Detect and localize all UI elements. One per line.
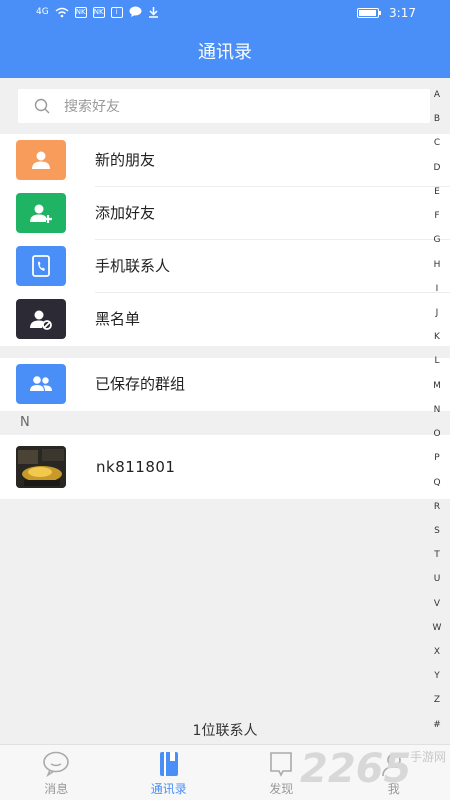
nk-icon: NK (74, 6, 87, 18)
index-letter[interactable]: R (434, 502, 440, 512)
index-letter[interactable]: U (434, 574, 441, 584)
contacts-icon (159, 752, 178, 776)
index-letter[interactable]: P (434, 453, 439, 463)
index-letter[interactable]: F (434, 211, 439, 221)
index-letter[interactable]: H (434, 260, 441, 270)
message-icon (43, 751, 70, 777)
index-letter[interactable]: A (434, 90, 440, 100)
menu-item-add-friend[interactable]: 添加好友 (0, 187, 450, 240)
menu-item-label: 黑名单 (95, 310, 141, 328)
clock: 3:17 (389, 6, 416, 20)
index-letter[interactable]: B (434, 114, 440, 124)
tab-messages[interactable]: 消息 (0, 745, 113, 800)
section-header: N (0, 411, 450, 435)
menu-item-label: 已保存的群组 (95, 375, 186, 393)
nk-icon: NK (92, 6, 105, 18)
groups-icon (16, 364, 66, 404)
search-placeholder: 搜索好友 (64, 99, 120, 115)
add-friend-icon (16, 193, 66, 233)
index-letter[interactable]: W (433, 623, 442, 633)
search-icon (34, 98, 50, 114)
blacklist-icon (16, 299, 66, 339)
alphabet-index[interactable]: A B C D E F G H I J K L M N O P Q R S T U V W X Y Z # (430, 90, 444, 730)
index-letter[interactable]: O (433, 429, 440, 439)
battery-icon (357, 8, 382, 18)
menu-item-label: 手机联系人 (95, 257, 171, 275)
menu-item-label: 添加好友 (95, 204, 156, 222)
index-letter[interactable]: I (436, 284, 439, 294)
watermark: 2265 手游网 (300, 742, 450, 800)
signal-icon: 4G (36, 7, 49, 17)
index-letter[interactable]: S (434, 526, 440, 536)
tab-contacts[interactable]: 通讯录 (113, 745, 226, 800)
info-icon: i (110, 6, 123, 18)
tab-label: 消息 (44, 782, 69, 796)
index-letter[interactable]: Q (433, 478, 440, 488)
contact-row[interactable]: nk811801 (0, 435, 450, 499)
discover-icon (270, 752, 293, 777)
chat-icon (129, 6, 142, 17)
status-bar: 4G NK NK i 3:17 (0, 0, 450, 28)
watermark-text: 手游网 (409, 750, 446, 764)
menu-item-saved-groups[interactable]: 已保存的群组 (0, 358, 450, 411)
menu-item-new-friends[interactable]: 新的朋友 (0, 134, 450, 187)
contact-name: nk811801 (96, 458, 176, 476)
index-letter[interactable]: K (434, 332, 440, 342)
index-letter[interactable]: G (434, 235, 441, 245)
avatar (16, 446, 66, 488)
index-letter[interactable]: X (434, 647, 440, 657)
index-letter[interactable]: E (434, 187, 440, 197)
index-letter[interactable]: L (434, 356, 439, 366)
index-letter[interactable]: Y (434, 671, 440, 681)
wifi-icon (55, 7, 69, 17)
index-letter[interactable]: D (434, 163, 441, 173)
download-icon (148, 7, 158, 18)
search-area: 搜索好友 (0, 78, 450, 134)
menu-item-phone-contacts[interactable]: 手机联系人 (0, 240, 450, 293)
index-letter[interactable]: V (434, 599, 440, 609)
page-title: 通讯录 (198, 42, 252, 63)
index-letter[interactable]: J (436, 308, 439, 318)
section-letter: N (20, 415, 30, 430)
menu-item-blacklist[interactable]: 黑名单 (0, 293, 450, 346)
search-input[interactable]: 搜索好友 (18, 89, 430, 123)
index-letter[interactable]: T (434, 550, 440, 560)
watermark-number: 2265 (300, 746, 412, 792)
tab-label: 通讯录 (150, 782, 187, 796)
new-friend-icon (16, 140, 66, 180)
index-letter[interactable]: N (434, 405, 441, 415)
index-letter[interactable]: M (433, 381, 441, 391)
index-letter[interactable]: C (434, 138, 440, 148)
app-bar: 通讯录 (0, 28, 450, 78)
menu-item-label: 新的朋友 (95, 151, 156, 169)
phone-contacts-icon (16, 246, 66, 286)
contact-count: 1位联系人 (192, 723, 258, 739)
index-letter[interactable]: Z (434, 695, 440, 705)
